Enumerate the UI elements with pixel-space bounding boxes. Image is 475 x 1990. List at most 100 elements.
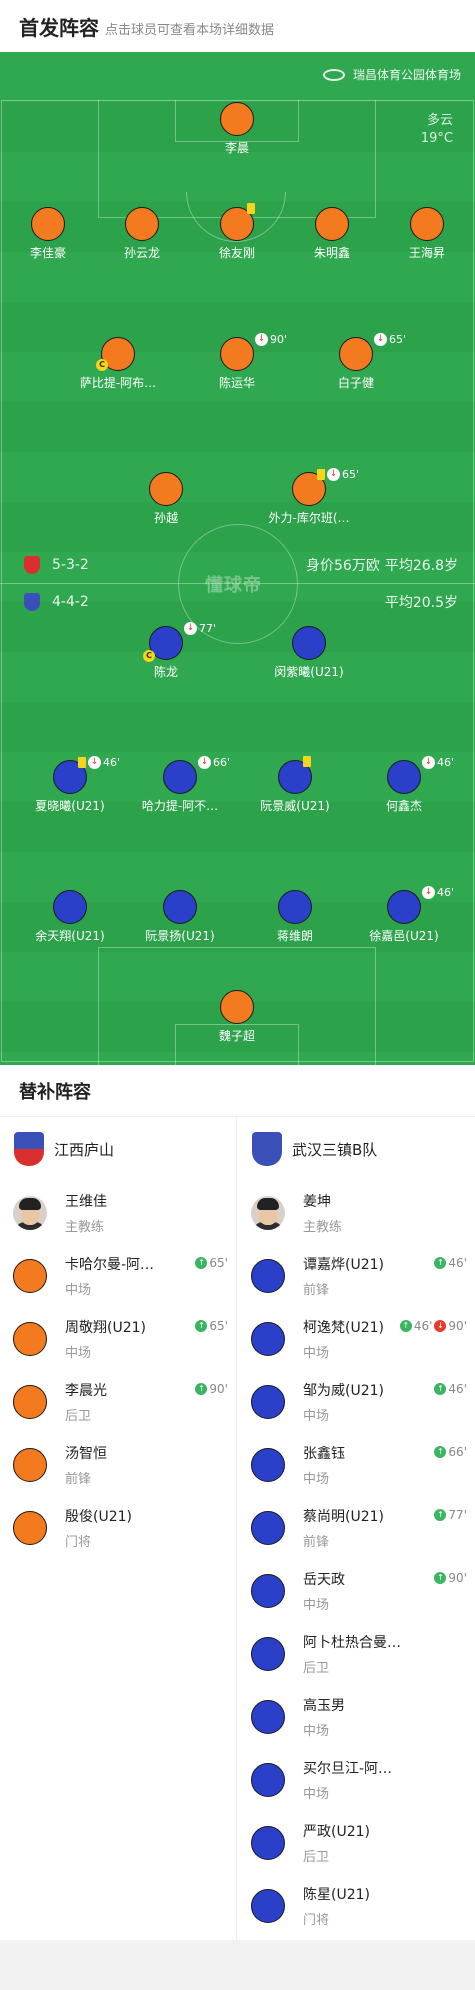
player-name: 外力-库尔班(… [268,511,350,525]
sub-in-time: 46' [413,1319,433,1333]
sub-player-row[interactable]: 岳天政 中场 ↑ 90' [238,1559,475,1622]
away-coach[interactable]: 姜坤 主教练 [238,1181,475,1244]
home-badge-icon [24,556,40,574]
page-subtitle: 点击球员可查看本场详细数据 [105,22,275,38]
player-events: ↓ 46' [78,756,120,769]
sub-in-icon: ↑ [195,1383,208,1395]
away-player[interactable]: ↓ 46' 何鑫杰 [344,756,464,814]
player-avatar [13,1258,47,1293]
home-player[interactable]: ↓ 65' 外力-库尔班(… [249,468,369,526]
home-player[interactable]: 王海昇 [367,207,475,261]
away-player[interactable]: 魏子超 [177,990,297,1044]
sub-in-icon: ↑ [195,1257,208,1269]
sub-player-row[interactable]: 谭嘉烨(U21) 前锋 ↑ 46' [238,1244,475,1307]
player-position: 中场 [303,1471,330,1487]
substitutes-section: 替补阵容 江西庐山 王维佳 主教练 卡哈尔曼-阿… 中场 ↑ 65' 周敬翔(U21)… [0,1065,475,1940]
lineup-header: 首发阵容 点击球员可查看本场详细数据 [0,0,475,52]
player-name: 王海昇 [408,246,445,260]
sub-out-icon: ↓ [255,333,268,346]
sub-player-row[interactable]: 严政(U21) 后卫 [238,1811,475,1874]
sub-player-row[interactable]: 蔡尚明(U21) 前锋 ↑ 77' [238,1496,475,1559]
away-team-name: 武汉三镇B队 [292,1140,378,1159]
away-player[interactable]: C ↓ 77' 陈龙 [106,622,226,680]
player-events: ↓ 65' [374,333,406,346]
sub-player-row[interactable]: 殷俊(U21) 门将 [0,1496,236,1559]
player-name: 魏子超 [218,1029,255,1043]
player-marker [31,207,65,241]
sub-player-row[interactable]: 卡哈尔曼-阿… 中场 ↑ 65' [0,1244,236,1307]
sub-in-time: 46' [448,1256,467,1270]
away-team-header[interactable]: 武汉三镇B队 [238,1117,475,1181]
coach-name: 姜坤 [303,1193,331,1210]
away-player[interactable]: 阮景扬(U21) [120,890,240,944]
sub-in-time: 46' [448,1382,467,1396]
away-player[interactable]: ↓ 66' 哈力提-阿不… [120,756,240,814]
player-name: 周敬翔(U21) [65,1319,146,1336]
sub-player-row[interactable]: 邹为威(U21) 中场 ↑ 46' [238,1370,475,1433]
yellow-card-icon [247,203,255,214]
sub-out-time: 90' [448,1319,467,1333]
away-player[interactable]: 闵紫曦(U21) [249,626,369,680]
sub-out-icon: ↓ [422,756,435,769]
home-coach[interactable]: 王维佳 主教练 [0,1181,236,1244]
sub-player-row[interactable]: 陈星(U21) 门将 [238,1874,475,1937]
sub-time: 66' [213,756,231,769]
player-marker [315,207,349,241]
player-name: 高玉男 [303,1697,345,1714]
player-marker [220,990,254,1024]
sub-player-row[interactable]: 柯逸梵(U21) 中场 ↑ 46' ↓ 90' [238,1307,475,1370]
sub-player-row[interactable]: 阿卜杜热合曼… 后卫 [238,1622,475,1685]
sub-events: ↑ 46' ↓ 90' [399,1319,467,1333]
sub-player-row[interactable]: 周敬翔(U21) 中场 ↑ 65' [0,1307,236,1370]
home-team-logo-icon [14,1132,44,1166]
away-player[interactable]: 余天翔(U21) [10,890,130,944]
sub-player-row[interactable]: 张鑫钰 中场 ↑ 66' [238,1433,475,1496]
away-player[interactable]: 阮景威(U21) [235,756,355,814]
player-events [247,203,255,214]
player-marker [220,102,254,136]
sub-player-row[interactable]: 汤智恒 前锋 [0,1433,236,1496]
weather-info: 多云 19°C [421,112,453,148]
home-team-name: 江西庐山 [54,1140,115,1159]
sub-time: 46' [437,756,455,769]
player-name: 阮景威(U21) [260,799,330,813]
player-avatar [13,1384,47,1419]
player-name: 蒋维朗 [276,929,313,943]
sub-player-row[interactable]: 买尔旦江-阿… 中场 [238,1748,475,1811]
sub-player-row[interactable]: 李晨光 后卫 ↑ 90' [0,1370,236,1433]
player-marker [292,626,326,660]
away-player[interactable]: ↓ 46' 徐嘉邑(U21) [344,886,464,944]
home-player[interactable]: C 萨比提-阿布… [58,337,178,391]
sub-time: 77' [199,622,217,635]
sub-player-row[interactable]: 高玉男 中场 [238,1685,475,1748]
substitutes-title: 替补阵容 [0,1065,475,1117]
player-position: 后卫 [65,1408,92,1424]
player-position: 门将 [303,1912,330,1928]
player-events: ↓ 46' [422,756,454,769]
home-player[interactable]: ↓ 65' 白子健 [296,333,416,391]
away-player[interactable]: 蒋维朗 [235,890,355,944]
home-player[interactable]: ↓ 90' 陈运华 [177,333,297,391]
home-team-row: 5-3-2 身价56万欧 平均26.8岁 [24,555,464,575]
sub-in-icon: ↑ [434,1509,447,1521]
sub-out-icon: ↓ [88,756,101,769]
player-marker [278,890,312,924]
player-events: ↓ 90' [255,333,287,346]
player-position: 前锋 [65,1471,92,1487]
player-name: 殷俊(U21) [65,1508,132,1525]
player-marker [410,207,444,241]
player-name: 李晨光 [65,1382,107,1399]
coach-name: 王维佳 [65,1193,107,1210]
captain-badge: C [96,359,108,371]
away-player[interactable]: ↓ 46' 夏晓曦(U21) [10,756,130,814]
pitch: 瑞昌体育公园体育场 多云 19°C 懂球帝 5-3-2 身价56万欧 平均26.… [0,52,475,1065]
home-team-header[interactable]: 江西庐山 [0,1117,236,1181]
yellow-card-icon [78,757,86,768]
venue-info: 瑞昌体育公园体育场 [322,66,461,83]
home-player[interactable]: 孙越 [106,472,226,526]
player-position: 后卫 [303,1849,330,1865]
sub-time: 65' [342,468,360,481]
home-player[interactable]: 李晨 [177,102,297,156]
sub-in-icon: ↑ [195,1320,208,1332]
player-avatar [251,1762,285,1797]
